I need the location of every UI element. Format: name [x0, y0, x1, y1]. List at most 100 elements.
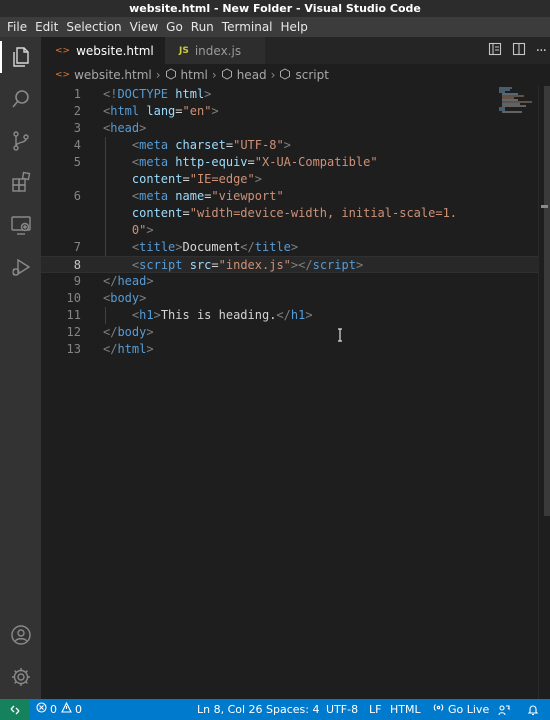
code-token: html — [110, 104, 140, 118]
code-token: > — [146, 274, 154, 288]
language-mode[interactable]: HTML — [390, 699, 421, 720]
menu-file[interactable]: File — [3, 17, 31, 37]
code-token: </ — [240, 240, 255, 254]
code-text: <!DOCTYPE html> — [103, 86, 211, 103]
line-number: 13 — [66, 342, 81, 356]
notifications-icon[interactable] — [527, 699, 539, 720]
code-line[interactable]: 9 </head> — [41, 273, 538, 290]
code-line[interactable]: content="width=device-width, initial-sca… — [41, 205, 538, 222]
code-token: "width=device-width, initial-scale=1. — [189, 206, 458, 220]
html-file-icon: <> — [55, 70, 71, 80]
menu-run[interactable]: Run — [187, 17, 218, 37]
go-live-button[interactable]: Go Live — [433, 699, 489, 720]
code-token: content — [131, 172, 183, 186]
open-preview-icon[interactable] — [488, 42, 502, 59]
search-icon[interactable] — [0, 79, 41, 119]
code-token: > — [175, 240, 183, 254]
activity-bar — [0, 37, 41, 699]
code-line[interactable]: 0"> — [41, 222, 538, 239]
code-line[interactable]: 5 <meta http-equiv="X-UA-Compatible" — [41, 154, 538, 171]
tab-index-js[interactable]: JS index.js — [165, 37, 265, 64]
error-icon — [36, 699, 47, 720]
code-token: http-equiv — [175, 155, 248, 169]
code-token: > — [204, 87, 212, 101]
cursor-position[interactable]: Ln 8, Col 26 — [197, 699, 263, 720]
code-token: name — [175, 189, 205, 203]
menu-help[interactable]: Help — [277, 17, 312, 37]
code-token: ></ — [290, 258, 313, 272]
line-number: 2 — [73, 104, 81, 118]
chevron-right-icon: › — [211, 68, 217, 82]
problems-indicator[interactable]: 0 0 — [36, 699, 82, 720]
code-token: This is heading. — [160, 308, 277, 322]
remote-explorer-icon[interactable] — [0, 205, 41, 245]
code-line[interactable]: 3 <head> — [41, 120, 538, 137]
code-token: > — [139, 121, 147, 135]
breadcrumb-item-script[interactable]: script — [295, 68, 328, 82]
remote-indicator[interactable] — [0, 699, 30, 720]
code-token: meta — [139, 155, 169, 169]
menu-go[interactable]: Go — [162, 17, 187, 37]
code-text: 0"> — [103, 222, 154, 239]
source-control-icon[interactable] — [0, 121, 41, 161]
tab-label: index.js — [194, 43, 242, 58]
code-line[interactable]: 13 </html> — [41, 341, 538, 358]
code-text: <head> — [103, 120, 146, 137]
run-debug-icon[interactable] — [0, 247, 41, 287]
menu-terminal[interactable]: Terminal — [218, 17, 277, 37]
settings-gear-icon[interactable] — [0, 657, 41, 697]
split-editor-icon[interactable] — [512, 42, 526, 59]
status-bar: 0 0 Ln 8, Col 26 Spaces: 4 UTF-8 LF HTML… — [0, 699, 550, 720]
code-token: > — [283, 138, 291, 152]
code-token: meta — [139, 138, 169, 152]
code-text: <meta charset="UTF-8"> — [103, 137, 291, 154]
extensions-icon[interactable] — [0, 163, 41, 203]
code-line[interactable]: 4 <meta charset="UTF-8"> — [41, 137, 538, 154]
menu-selection[interactable]: Selection — [62, 17, 125, 37]
html-file-icon: <> — [55, 46, 71, 56]
breadcrumb-item-html[interactable]: html — [181, 68, 208, 82]
code-line[interactable]: 8 <script src="index.js"></script> — [41, 256, 538, 273]
text-cursor-icon — [337, 328, 343, 345]
explorer-icon[interactable] — [0, 37, 41, 77]
menu-view[interactable]: View — [126, 17, 162, 37]
code-token: title — [254, 240, 291, 254]
indentation[interactable]: Spaces: 4 — [266, 699, 319, 720]
breadcrumb-file[interactable]: website.html — [74, 68, 152, 82]
code-text: <h1>This is heading.</h1> — [103, 307, 313, 324]
warning-count: 0 — [75, 703, 82, 716]
minimap[interactable] — [496, 86, 536, 116]
breadcrumb-item-head[interactable]: head — [237, 68, 267, 82]
code-line[interactable]: 2 <html lang="en"> — [41, 103, 538, 120]
code-line[interactable]: 10 <body> — [41, 290, 538, 307]
code-line[interactable]: 11 <h1>This is heading.</h1> — [41, 307, 538, 324]
code-line[interactable]: 12 </body> — [41, 324, 538, 341]
scrollbar-thumb[interactable] — [544, 86, 550, 516]
code-line[interactable]: 7 <title>Document</title> — [41, 239, 538, 256]
code-editor[interactable]: 1 <!DOCTYPE html> 2 <html lang="en"> 3 <head>… — [41, 86, 538, 699]
code-text: </head> — [103, 273, 154, 290]
code-line[interactable]: content="IE=edge"> — [41, 171, 538, 188]
line-number: 11 — [66, 308, 81, 322]
code-text: <title>Document</title> — [103, 239, 298, 256]
tab-website-html[interactable]: <> website.html × — [41, 37, 175, 64]
code-token: > — [254, 172, 262, 186]
menu-edit[interactable]: Edit — [31, 17, 62, 37]
encoding[interactable]: UTF-8 — [326, 699, 358, 720]
end-of-line[interactable]: LF — [369, 699, 381, 720]
code-token: "X-UA-Compatible" — [254, 155, 378, 169]
code-line[interactable]: 6 <meta name="viewport" — [41, 188, 538, 205]
code-line[interactable]: 1 <!DOCTYPE html> — [41, 86, 538, 103]
code-token: Document — [182, 240, 241, 254]
feedback-icon[interactable] — [498, 699, 510, 720]
code-token: = — [247, 155, 255, 169]
more-actions-icon[interactable]: ··· — [536, 43, 547, 59]
accounts-icon[interactable] — [0, 615, 41, 655]
code-token: </ — [103, 325, 118, 339]
code-token: = — [225, 138, 234, 152]
